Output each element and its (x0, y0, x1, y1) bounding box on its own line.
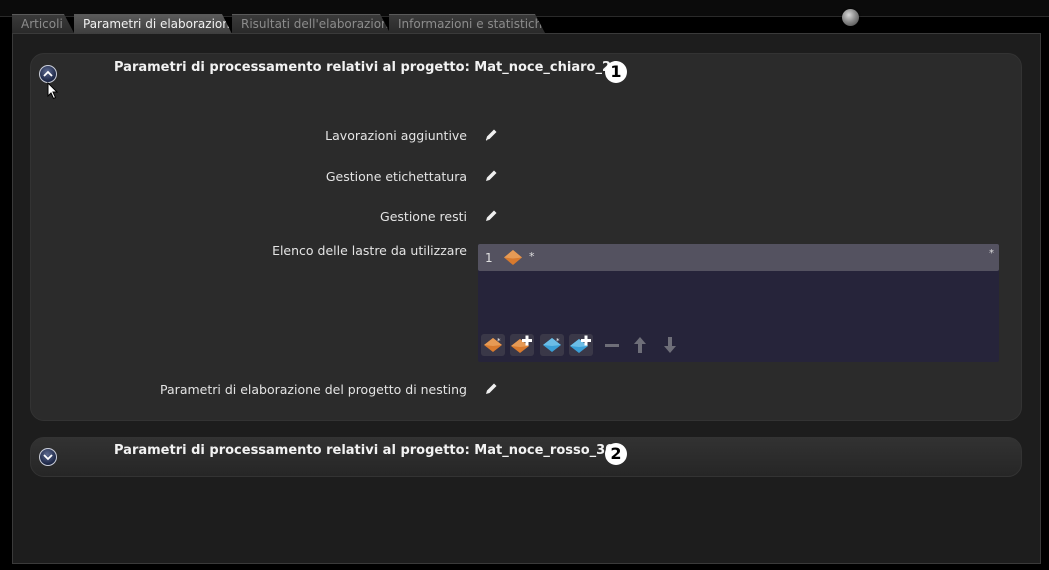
slab-name: * (529, 250, 535, 263)
panel-1-title: Parametri di processamento relativi al p… (114, 60, 621, 75)
tab-articoli[interactable]: Articoli (12, 14, 74, 33)
svg-text:*: * (556, 337, 560, 345)
remove-icon[interactable] (603, 338, 621, 352)
panel-2-badge: 2 (605, 443, 627, 465)
collapse-icon[interactable] (39, 65, 57, 83)
label-elenco-lastre: Elenco delle lastre da utilizzare (272, 243, 467, 258)
panel-1-badge: 1 (605, 61, 627, 83)
label-lavorazioni-aggiuntive: Lavorazioni aggiuntive (325, 128, 467, 143)
add-blue-slab-icon (570, 335, 591, 353)
tab-risultati-elaborazione[interactable]: Risultati dell'elaborazione (232, 14, 390, 33)
blue-slab-button[interactable]: * (540, 334, 564, 356)
slab-index: 1 (485, 251, 493, 265)
status-dot-icon (842, 9, 859, 26)
slab-end-marker: * (989, 248, 994, 259)
edit-icon[interactable] (483, 381, 499, 397)
main-content: Parametri di processamento relativi al p… (12, 33, 1041, 564)
edit-icon[interactable] (483, 168, 499, 184)
label-gestione-resti: Gestione resti (380, 209, 467, 224)
blue-slab-icon: * (543, 337, 561, 352)
slab-list[interactable]: 1 * * * * (478, 244, 999, 362)
slab-button[interactable]: * (481, 334, 505, 356)
edit-icon[interactable] (483, 127, 499, 143)
tab-parametri-elaborazione[interactable]: Parametri di elaborazione (74, 14, 232, 34)
list-item[interactable]: 1 * * (478, 244, 999, 271)
add-slab-icon (511, 335, 532, 353)
slab-icon (504, 250, 522, 265)
add-blue-slab-button[interactable] (569, 334, 593, 356)
cursor-icon (47, 82, 59, 100)
move-down-icon[interactable] (662, 335, 678, 355)
label-gestione-etichettatura: Gestione etichettatura (325, 169, 467, 184)
project-panel-2[interactable]: Parametri di processamento relativi al p… (30, 437, 1022, 477)
add-slab-button[interactable] (510, 334, 534, 356)
project-panel-1: Parametri di processamento relativi al p… (30, 53, 1022, 421)
slab-icon: * (484, 337, 502, 352)
edit-icon[interactable] (483, 208, 499, 224)
expand-icon[interactable] (39, 448, 57, 466)
svg-text:*: * (497, 337, 501, 345)
move-up-icon[interactable] (632, 335, 648, 355)
tab-informazioni-statistiche[interactable]: Informazioni e statistiche (389, 14, 545, 33)
label-parametri-nesting: Parametri di elaborazione del progetto d… (160, 382, 467, 397)
panel-2-title: Parametri di processamento relativi al p… (114, 443, 615, 458)
